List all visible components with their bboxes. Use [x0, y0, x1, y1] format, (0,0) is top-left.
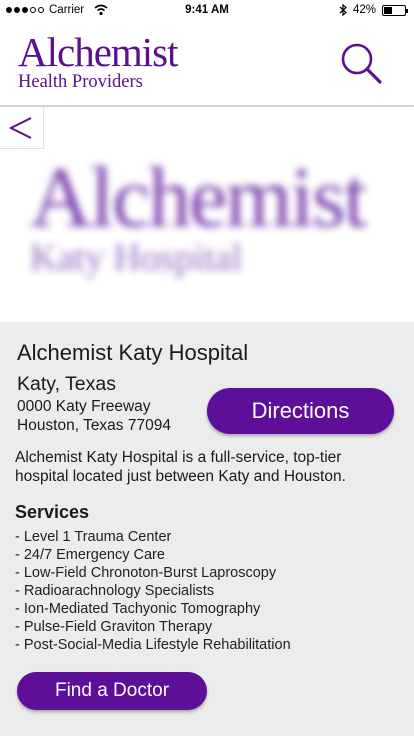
status-bar: Carrier 9:41 AM 42%	[0, 0, 414, 22]
service-item: - Pulse-Field Graviton Therapy	[15, 619, 213, 635]
hero-logo-title: Alchemist	[30, 149, 367, 245]
search-button[interactable]	[340, 42, 384, 86]
find-a-doctor-button[interactable]: Find a Doctor	[17, 672, 207, 710]
hospital-city: Katy, Texas	[17, 373, 116, 395]
service-item: - Level 1 Trauma Center	[15, 529, 172, 545]
app-header: Alchemist Health Providers	[0, 22, 414, 106]
service-item: - Post-Social-Media Lifestyle Rehabilita…	[15, 637, 291, 653]
service-item: - 24/7 Emergency Care	[15, 547, 165, 563]
hospital-details: Alchemist Katy Hospital Katy, Texas 0000…	[0, 322, 414, 736]
brand-title: Alchemist	[18, 29, 179, 75]
directions-button[interactable]: Directions	[207, 388, 394, 434]
address-line-1: 0000 Katy Freeway	[17, 398, 151, 415]
hospital-name: Alchemist Katy Hospital	[17, 340, 249, 365]
service-item: - Radioarachnology Specialists	[15, 583, 215, 599]
battery-percent: 42%	[352, 4, 376, 16]
chevron-left-icon	[9, 117, 32, 139]
address-line-2: Houston, Texas 77094	[17, 417, 171, 434]
battery-level	[384, 6, 393, 14]
service-item: - Low-Field Chronoton-Burst Laproscopy	[15, 565, 277, 581]
services-heading: Services	[15, 502, 90, 522]
brand-subtitle: Health Providers	[18, 72, 143, 92]
services-list: - Level 1 Trauma Center - 24/7 Emergency…	[15, 528, 291, 654]
bluetooth-icon	[339, 4, 347, 16]
service-item: - Ion-Mediated Tachyonic Tomography	[15, 601, 261, 617]
hospital-description: Alchemist Katy Hospital is a full-servic…	[15, 449, 346, 485]
battery-icon	[382, 4, 408, 16]
back-button[interactable]	[0, 107, 44, 149]
hospital-logo: Alchemist Katy Hospital	[30, 149, 367, 277]
status-bar-right: 42%	[339, 4, 408, 16]
brand-logo[interactable]: Alchemist Health Providers	[18, 29, 179, 92]
hero-image: Alchemist Katy Hospital	[0, 107, 414, 322]
search-icon	[341, 43, 382, 84]
